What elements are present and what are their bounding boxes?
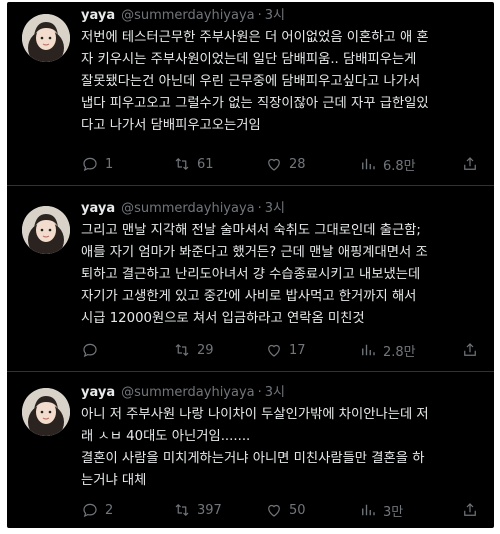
- like-button[interactable]: 50: [265, 500, 306, 520]
- retweet-icon: [175, 158, 189, 170]
- avatar[interactable]: [22, 388, 70, 436]
- retweet-count: 29: [197, 342, 214, 358]
- share-icon: [464, 503, 476, 516]
- views-count: 2.8만: [383, 344, 416, 360]
- reply-icon: [83, 503, 97, 518]
- views-button[interactable]: 6.8만: [359, 154, 416, 174]
- retweet-count: 397: [197, 502, 222, 518]
- display-name[interactable]: yaya: [81, 201, 115, 216]
- tweet-header: yaya @summerdayhiyaya · 3시: [81, 384, 481, 402]
- tweet-body: yaya @summerdayhiyaya · 3시 아니 저 주부사원 나랑 나이차…: [81, 384, 481, 492]
- share-button[interactable]: [461, 500, 479, 520]
- like-count: 17: [289, 342, 306, 358]
- action-bar: 29 17 2.8만: [81, 340, 481, 360]
- like-icon: [268, 344, 280, 357]
- retweet-button[interactable]: 397: [173, 500, 222, 520]
- user-handle[interactable]: @summerdayhiyaya: [121, 385, 255, 400]
- tweet-text: 그리고 맨날 지각해 전날 술마셔서 숙취도 그대로인데 출근함; 애를 자기 …: [81, 220, 481, 330]
- views-icon: [362, 158, 375, 170]
- tweet-line: 자 키우시는 주부사원이었는데 일단 담배피움.. 담배피우는게: [81, 52, 417, 67]
- share-icon: [464, 157, 476, 170]
- separator-dot: ·: [257, 385, 262, 400]
- like-count: 28: [289, 156, 306, 172]
- views-button[interactable]: 2.8만: [359, 340, 416, 360]
- tweet-line: 저번에 테스터근무한 주부사원은 더 어이없었음 이혼하고 애 혼: [81, 30, 429, 45]
- tweet-header: yaya @summerdayhiyaya · 3시: [81, 200, 481, 218]
- like-count: 50: [289, 502, 306, 518]
- views-icon: [362, 504, 375, 516]
- like-button[interactable]: 17: [265, 340, 306, 360]
- tweet-line: 다고 나가서 담배피우고오는거임: [81, 118, 261, 133]
- like-button[interactable]: 28: [265, 154, 306, 174]
- separator-dot: ·: [257, 201, 262, 216]
- timestamp[interactable]: 3시: [265, 8, 285, 23]
- tweet[interactable]: yaya @summerdayhiyaya · 3시 아니 저 주부사원 나랑 나이차…: [7, 372, 494, 528]
- views-count: 3만: [383, 504, 404, 520]
- tweet-line: 는거냐 대체: [81, 473, 147, 488]
- reply-button[interactable]: 1: [81, 154, 113, 174]
- retweet-count: 61: [197, 156, 214, 172]
- tweet-body: yaya @summerdayhiyaya · 3시 저번에 테스터근무한 주부사원은…: [81, 7, 481, 137]
- tweet-text: 아니 저 주부사원 나랑 나이차이 두살인가밖에 차이안나는데 저 래 ㅅㅂ 4…: [81, 404, 481, 492]
- share-icon: [464, 343, 476, 356]
- action-bar: 2 397 50 3만: [81, 500, 481, 520]
- avatar[interactable]: [22, 14, 70, 62]
- retweet-button[interactable]: 29: [173, 340, 214, 360]
- timestamp[interactable]: 3시: [265, 201, 285, 216]
- timeline: yaya @summerdayhiyaya · 3시 저번에 테스터근무한 주부사원은…: [7, 2, 494, 528]
- tweet[interactable]: yaya @summerdayhiyaya · 3시 저번에 테스터근무한 주부사원은…: [7, 2, 494, 185]
- tweet-line: 잘못됐다는건 아닌데 우린 근무중에 담배피우고싶다고 나가서: [81, 74, 421, 89]
- user-handle[interactable]: @summerdayhiyaya: [121, 201, 255, 216]
- tweet-body: yaya @summerdayhiyaya · 3시 그리고 맨날 지각해 전날 술마…: [81, 200, 481, 330]
- views-button[interactable]: 3만: [359, 500, 403, 520]
- tweet[interactable]: yaya @summerdayhiyaya · 3시 그리고 맨날 지각해 전날 술마…: [7, 186, 494, 370]
- reply-icon: [83, 343, 97, 358]
- reply-icon: [83, 157, 97, 172]
- tweet-header: yaya @summerdayhiyaya · 3시: [81, 7, 481, 25]
- timestamp[interactable]: 3시: [265, 385, 285, 400]
- views-count: 6.8만: [383, 158, 416, 174]
- tweet-line: 냅다 피우고오고 그럴수가 없는 직장이잖아 근데 자꾸 급한일있: [81, 96, 429, 111]
- share-button[interactable]: [461, 154, 479, 174]
- retweet-button[interactable]: 61: [173, 154, 214, 174]
- tweet-line: 시급 12000원으로 쳐서 입금하라고 연락옴 미친것: [81, 311, 365, 326]
- like-icon: [268, 158, 280, 171]
- user-handle[interactable]: @summerdayhiyaya: [121, 8, 255, 23]
- reply-button[interactable]: 2: [81, 500, 113, 520]
- display-name[interactable]: yaya: [81, 385, 115, 400]
- reply-count: 1: [105, 156, 114, 172]
- tweet-line: 아니 저 주부사원 나랑 나이차이 두살인가밖에 차이안나는데 저: [81, 407, 429, 422]
- views-icon: [362, 344, 375, 356]
- share-button[interactable]: [461, 340, 479, 360]
- avatar[interactable]: [22, 206, 70, 254]
- separator-dot: ·: [257, 8, 262, 23]
- like-icon: [268, 504, 280, 517]
- tweet-line: 자기가 고생한게 있고 중간에 사비로 밥사먹고 한거까지 해서: [81, 289, 417, 304]
- retweet-icon: [175, 344, 189, 356]
- reply-button[interactable]: [81, 340, 105, 360]
- tweet-line: 래 ㅅㅂ 40대도 아닌거임.......: [81, 429, 251, 444]
- tweet-line: 퇴하고 결근하고 난리도아녀서 걍 수습종료시키고 내보냈는데: [81, 267, 421, 282]
- action-bar: 1 61 28 6.8만: [81, 154, 481, 174]
- display-name[interactable]: yaya: [81, 8, 115, 23]
- tweet-line: 애를 자기 엄마가 봐준다고 했거든? 근데 맨날 애핑계대면서 조: [81, 245, 428, 260]
- tweet-line: 그리고 맨날 지각해 전날 술마셔서 숙취도 그대로인데 출근함;: [81, 223, 421, 238]
- retweet-icon: [175, 504, 189, 516]
- tweet-text: 저번에 테스터근무한 주부사원은 더 어이없었음 이혼하고 애 혼 자 키우시는…: [81, 27, 481, 137]
- tweet-line: 결혼이 사람을 미치게하는거냐 아니면 미친사람들만 결혼을 하: [81, 451, 425, 466]
- reply-count: 2: [105, 502, 114, 518]
